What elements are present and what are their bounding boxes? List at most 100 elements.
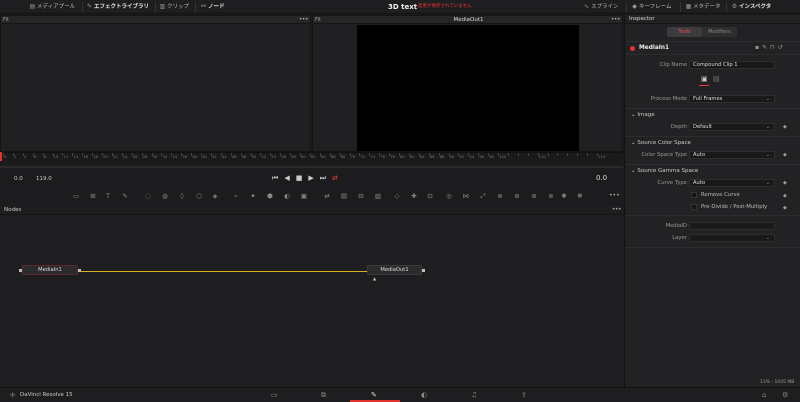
tool-icon[interactable]: ◇ (393, 192, 401, 200)
jump-end-icon[interactable]: ⏭ (320, 174, 332, 182)
effects-library-button[interactable]: ✎ エフェクトライブラリ (85, 0, 149, 14)
viewer-right[interactable]: Fit MediaOut1 ••• (312, 15, 623, 152)
tool-icon[interactable]: ⤢ (479, 192, 487, 200)
render-end[interactable]: 119.0 (36, 176, 52, 182)
keyframe-diamond-icon[interactable]: ◆ (783, 193, 787, 199)
fairlight-page-icon[interactable]: ♫ (471, 391, 477, 399)
node-color-dot[interactable] (630, 46, 635, 51)
spline-button[interactable]: ∿ スプライン (582, 0, 619, 14)
cut-page-icon[interactable]: ⧉ (321, 391, 326, 400)
time-ruler[interactable]: 0 2 4 6 8 10 12 14 16 18 20 22 24 26 28 30 32 34 36 38 40 42 4… (0, 152, 623, 161)
tool-icon[interactable]: ◍ (161, 192, 169, 200)
home-icon[interactable]: ⌂ (762, 391, 766, 399)
ruler-tick-label: 44 (221, 154, 227, 159)
node-media-out[interactable]: MediaOut1 (367, 265, 422, 275)
tool-icon[interactable]: ✺ (560, 192, 568, 200)
curve-type-select[interactable]: Auto ⌄ (689, 179, 775, 187)
media-id-field[interactable] (689, 222, 775, 230)
pin-icon[interactable]: ✎ (762, 44, 770, 51)
loop-icon[interactable]: ⇄ (332, 174, 344, 182)
tool-icon[interactable]: ◈ (211, 192, 219, 200)
tool-icon[interactable]: ⋈ (462, 192, 470, 200)
lock-icon[interactable]: ⊓ (770, 44, 778, 51)
tool-icon[interactable]: T (104, 192, 112, 200)
tool-icon[interactable]: ⬡ (195, 192, 203, 200)
tool-icon[interactable]: ▣ (300, 192, 308, 200)
keyframes-button[interactable]: ◆ キーフレーム (630, 0, 671, 14)
tool-icon[interactable]: ◊ (178, 192, 186, 200)
media-out-output-port[interactable] (422, 269, 425, 272)
tool-icon[interactable]: ▤ (340, 192, 348, 200)
tool-icon[interactable]: ⊟ (357, 192, 365, 200)
node-media-in[interactable]: MediaIn1 (22, 265, 78, 275)
tool-icon[interactable]: ⊗ (496, 192, 504, 200)
fusion-page-icon[interactable]: ✎ (371, 391, 377, 399)
tool-icon[interactable]: ◌ (144, 192, 152, 200)
tool-icon[interactable]: ⊚ (547, 192, 555, 200)
toolbar-options-icon[interactable]: ••• (609, 192, 620, 199)
tool-icon[interactable]: ⊞ (89, 192, 97, 200)
stop-icon[interactable]: ■ (296, 174, 309, 182)
deliver-page-icon[interactable]: ⇪ (521, 391, 527, 399)
keyframe-diamond-icon[interactable]: ◆ (783, 205, 787, 211)
metadata-button[interactable]: ▦ メタデータ (684, 0, 721, 14)
tool-icon[interactable]: ▭ (72, 192, 80, 200)
media-in-output-port[interactable] (78, 269, 81, 272)
media-pool-button[interactable]: ▤ メディアプール (28, 0, 75, 14)
tool-icon[interactable]: ⇄ (323, 192, 331, 200)
tab-modifiers[interactable]: Modifiers (702, 27, 737, 37)
clip-name-field[interactable]: Compound Clip 1 (689, 61, 775, 69)
tool-icon[interactable]: ❋ (576, 192, 584, 200)
playhead[interactable] (0, 152, 2, 161)
source-color-section-header[interactable]: ⌄ Source Color Space (631, 140, 691, 146)
audio-tab-icon[interactable]: ▤ (713, 75, 720, 83)
tool-icon[interactable]: ▧ (374, 192, 382, 200)
remove-curve-checkbox[interactable] (691, 192, 697, 198)
layer-select[interactable]: ⌄ (689, 234, 775, 242)
tool-icon[interactable]: ⊡ (426, 192, 434, 200)
tool-icon[interactable]: ✚ (410, 192, 418, 200)
reset-icon[interactable]: ↺ (778, 44, 786, 51)
viewer-right-options-icon[interactable]: ••• (611, 16, 621, 23)
play-icon[interactable]: ▶ (308, 174, 319, 182)
render-start[interactable]: 0.0 (14, 176, 23, 182)
pre-divide-checkbox[interactable] (691, 204, 697, 210)
viewer-left-zoom[interactable]: Fit (3, 16, 9, 24)
depth-select[interactable]: Default ⌄ (689, 123, 775, 131)
timeline-scroll[interactable] (0, 166, 623, 168)
tab-tools[interactable]: Tools (667, 27, 702, 37)
process-mode-select[interactable]: Full Frames ⌄ (689, 95, 775, 103)
keyframe-diamond-icon[interactable]: ◆ (783, 180, 787, 186)
source-gamma-section-header[interactable]: ⌄ Source Gamma Space (631, 168, 698, 174)
color-page-icon[interactable]: ◐ (421, 391, 427, 399)
media-page-icon[interactable]: ▭ (271, 391, 278, 399)
keyframe-diamond-icon[interactable]: ◆ (783, 152, 787, 158)
keyframe-diamond-icon[interactable]: ◆ (783, 124, 787, 130)
settings-icon[interactable]: ⚙ (782, 391, 788, 399)
tool-icon[interactable]: ◐ (283, 192, 291, 200)
jump-start-icon[interactable]: ⏮ (272, 174, 284, 182)
viewer-left-options-icon[interactable]: ••• (299, 16, 309, 23)
viewer-left[interactable]: Fit ••• (0, 15, 311, 152)
nodes-options-icon[interactable]: ••• (612, 206, 622, 213)
inspector-button[interactable]: ⚙ インスペクタ (730, 0, 772, 14)
color-space-type-select[interactable]: Auto ⌄ (689, 151, 775, 159)
color-space-type-label: Color Space Type (641, 152, 687, 158)
current-time[interactable]: 0.0 (596, 174, 607, 182)
tool-icon[interactable]: ⌁ (232, 192, 240, 200)
image-tab-icon[interactable]: ▣ (701, 75, 708, 83)
nodes-button[interactable]: ⚯ ノード (199, 0, 225, 14)
tool-icon[interactable]: ✎ (121, 192, 129, 200)
tool-icon[interactable]: ✦ (249, 192, 257, 200)
image-section-header[interactable]: ⌄ Image (631, 112, 655, 118)
davinci-logo-icon: ✣ (10, 392, 16, 399)
tool-icon[interactable]: ⊕ (530, 192, 538, 200)
tool-icon[interactable]: ⬢ (266, 192, 274, 200)
source-color-section-label: Source Color Space (637, 140, 691, 146)
nodes-panel[interactable]: Nodes ••• MediaIn1 MediaOut1 ▲ (0, 206, 623, 387)
play-reverse-icon[interactable]: ◀ (284, 174, 295, 182)
media-out-bottom-port[interactable]: ▲ (373, 276, 376, 281)
clips-button[interactable]: ▥ クリップ (158, 0, 189, 14)
tool-icon[interactable]: ⊛ (513, 192, 521, 200)
tool-icon[interactable]: ◎ (445, 192, 453, 200)
